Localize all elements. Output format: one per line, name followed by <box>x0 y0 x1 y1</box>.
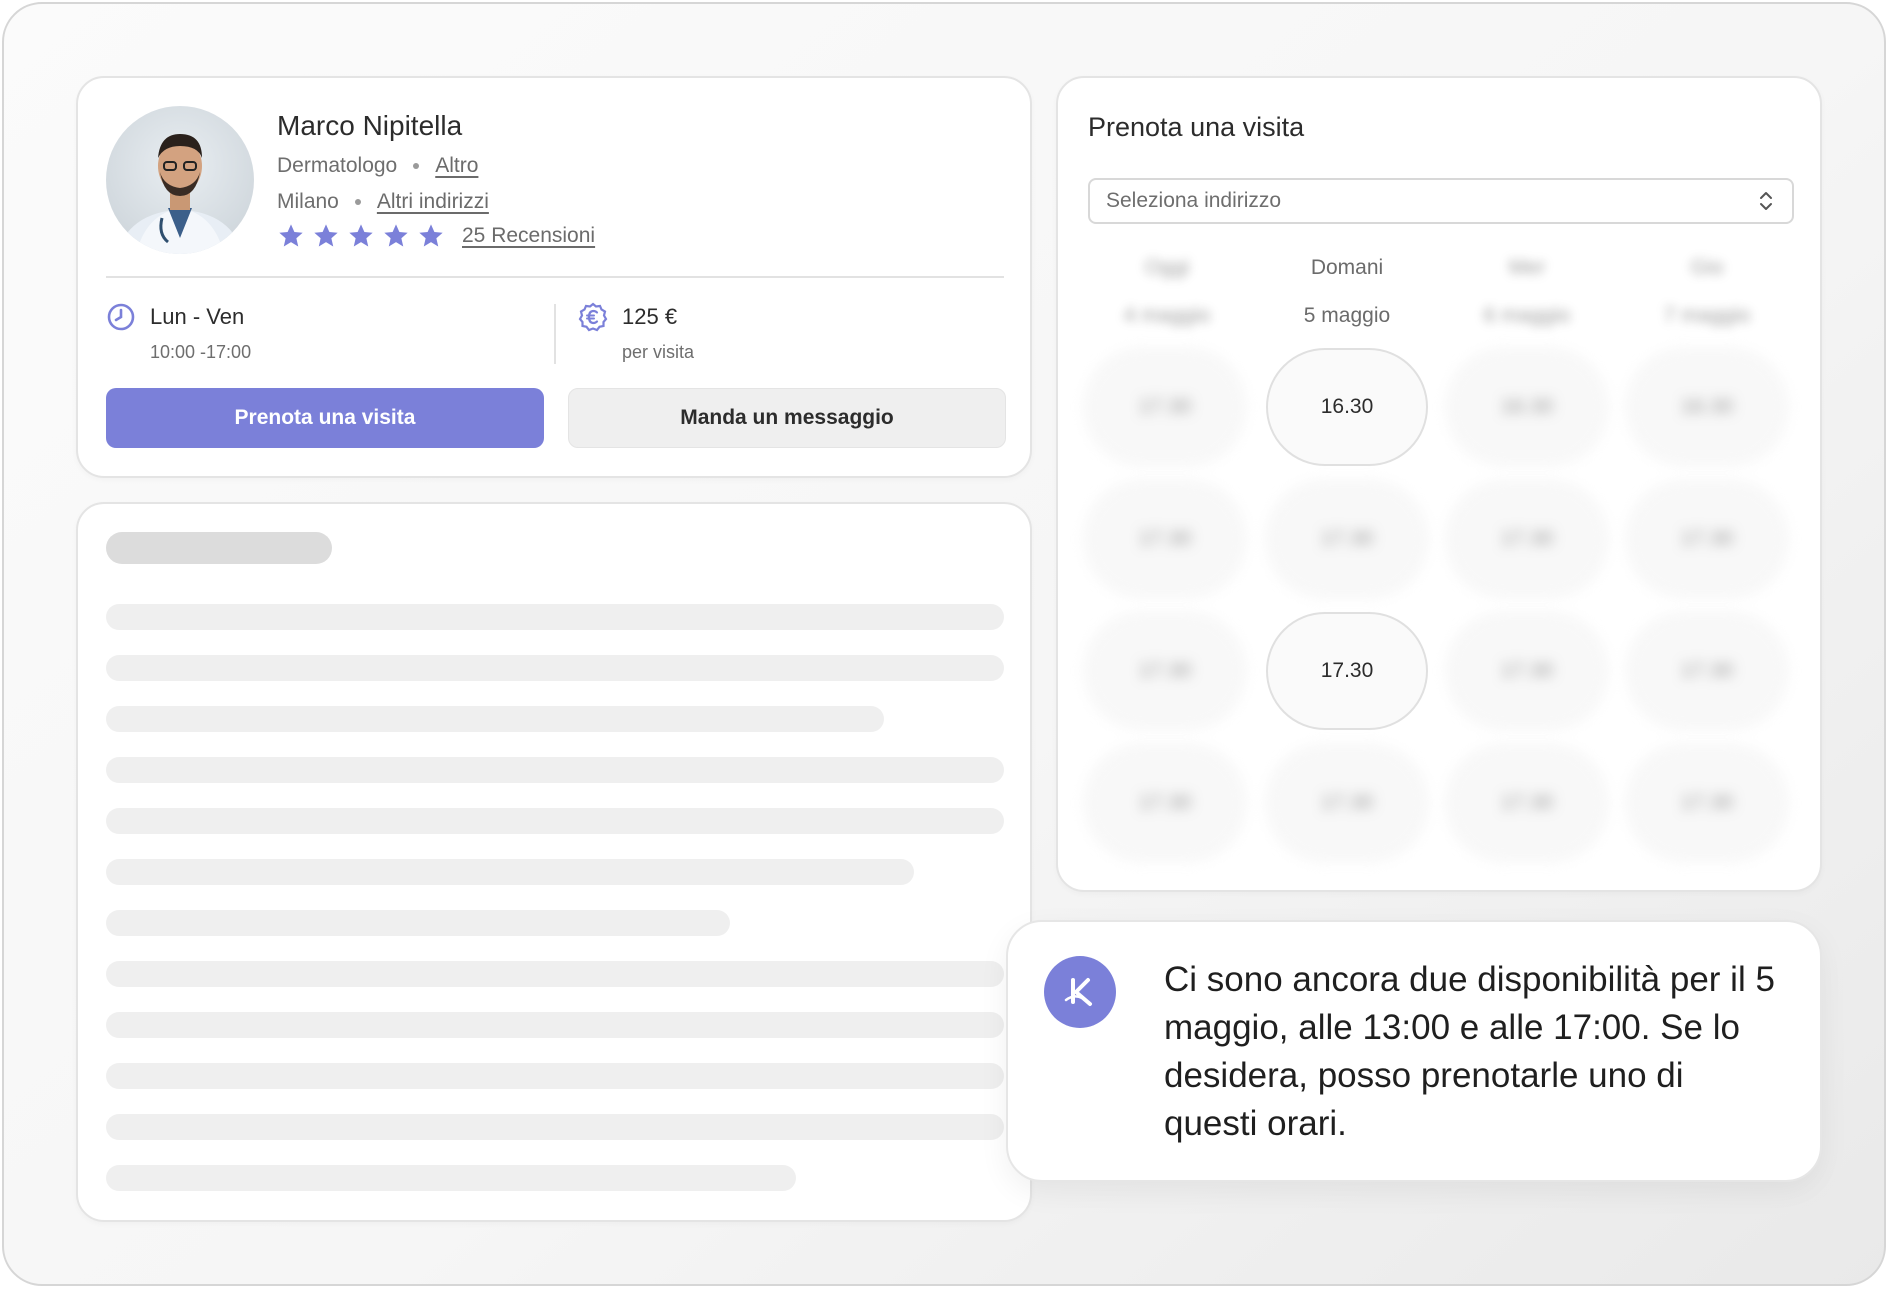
day-name: Gio <box>1690 256 1724 279</box>
day-date: 4 maggio <box>1123 304 1211 327</box>
euro-badge-icon <box>578 302 608 332</box>
time-slot[interactable]: 17.30 <box>1446 744 1608 862</box>
time-slot[interactable]: 17.30 <box>1084 480 1246 598</box>
other-specialties-link[interactable]: Altro <box>435 154 478 178</box>
book-visit-button[interactable]: Prenota una visita <box>106 388 544 448</box>
time-slot[interactable]: 17.30 <box>1626 612 1788 730</box>
skeleton-line <box>106 1012 1004 1038</box>
time-slot[interactable]: 17.30 <box>1266 480 1428 598</box>
other-addresses-link[interactable]: Altri indirizzi <box>377 190 489 214</box>
skeleton-line <box>106 706 884 732</box>
star-icon <box>349 224 373 247</box>
assistant-logo-icon <box>1044 956 1116 1028</box>
separator-dot <box>413 163 420 169</box>
day-name: Mer <box>1508 256 1546 279</box>
doctor-city: Milano <box>277 190 339 213</box>
day-column-thursday[interactable]: Gio 7 maggio <box>1622 256 1792 328</box>
rating-stars: 25 Recensioni <box>277 222 595 250</box>
doctor-specialty-line: Dermatologo Altro <box>277 154 478 178</box>
hours-days: Lun - Ven <box>150 304 245 329</box>
time-slot[interactable]: 16.30 <box>1626 348 1788 466</box>
booking-card: Prenota una visita Seleziona indirizzo O… <box>1056 76 1822 892</box>
time-slot[interactable]: 17.30 <box>1266 744 1428 862</box>
loading-content-card <box>76 502 1032 1222</box>
doctor-name: Marco Nipitella <box>277 110 463 141</box>
star-icon <box>279 224 303 247</box>
time-slot[interactable]: 17.30 <box>1446 612 1608 730</box>
time-slot[interactable]: 16.30 <box>1266 348 1428 466</box>
skeleton-line <box>106 604 1004 630</box>
doctor-profile-card: Marco Nipitella Dermatologo Altro Milano… <box>76 76 1032 478</box>
skeleton-line <box>106 1063 1004 1089</box>
address-select[interactable]: Seleziona indirizzo <box>1088 178 1794 224</box>
skeleton-line <box>106 655 1004 681</box>
day-column-today[interactable]: Oggi 4 maggio <box>1082 256 1252 328</box>
opening-hours: Lun - Ven 10:00 -17:00 <box>106 302 251 363</box>
star-icon <box>314 224 338 247</box>
star-icon <box>419 224 443 247</box>
reviews-link[interactable]: 25 Recensioni <box>462 224 595 248</box>
profile-divider <box>106 276 1004 278</box>
assistant-message-text: Ci sono ancora due disponibilità per il … <box>1164 960 1775 1143</box>
chevron-up-down-icon <box>1760 192 1772 210</box>
app-frame: Marco Nipitella Dermatologo Altro Milano… <box>2 2 1886 1286</box>
booking-title: Prenota una visita <box>1088 112 1305 142</box>
skeleton-line <box>106 961 1004 987</box>
time-slot[interactable]: 17.30 <box>1626 744 1788 862</box>
day-name: Domani <box>1310 256 1384 279</box>
time-slot[interactable]: 17.30 <box>1446 480 1608 598</box>
doctor-location-line: Milano Altri indirizzi <box>277 190 489 214</box>
star-icon <box>384 224 408 247</box>
separator-dot <box>354 199 361 205</box>
day-column-tomorrow[interactable]: Domani 5 maggio <box>1262 256 1432 328</box>
visit-price: 125 € per visita <box>578 302 694 363</box>
assistant-message-bubble: Ci sono ancora due disponibilità per il … <box>1006 920 1822 1182</box>
skeleton-line <box>106 808 1004 834</box>
day-date: 7 maggio <box>1663 304 1751 327</box>
send-message-button[interactable]: Manda un messaggio <box>568 388 1006 448</box>
doctor-specialty: Dermatologo <box>277 154 398 177</box>
skeleton-line <box>106 757 1004 783</box>
day-date: 6 maggio <box>1483 304 1571 327</box>
day-name: Oggi <box>1144 256 1190 279</box>
clock-icon <box>107 303 135 331</box>
skeleton-title <box>106 532 332 564</box>
time-slot[interactable]: 17.30 <box>1266 612 1428 730</box>
skeleton-line <box>106 859 914 885</box>
time-slot[interactable]: 17.30 <box>1084 348 1246 466</box>
price-unit: per visita <box>622 342 695 362</box>
time-slot[interactable]: 17.30 <box>1084 744 1246 862</box>
hours-time: 10:00 -17:00 <box>150 342 252 362</box>
price-value: 125 € <box>622 304 678 329</box>
address-select-placeholder: Seleziona indirizzo <box>1106 189 1282 212</box>
skeleton-line <box>106 1165 796 1191</box>
day-date: 5 maggio <box>1303 304 1391 327</box>
skeleton-line <box>106 1114 1004 1140</box>
doctor-avatar <box>106 106 254 254</box>
day-column-wednesday[interactable]: Mer 6 maggio <box>1442 256 1612 328</box>
time-slot[interactable]: 17.30 <box>1084 612 1246 730</box>
time-slot[interactable]: 17.30 <box>1626 480 1788 598</box>
skeleton-line <box>106 910 730 936</box>
info-divider <box>554 304 556 364</box>
time-slot[interactable]: 16.30 <box>1446 348 1608 466</box>
